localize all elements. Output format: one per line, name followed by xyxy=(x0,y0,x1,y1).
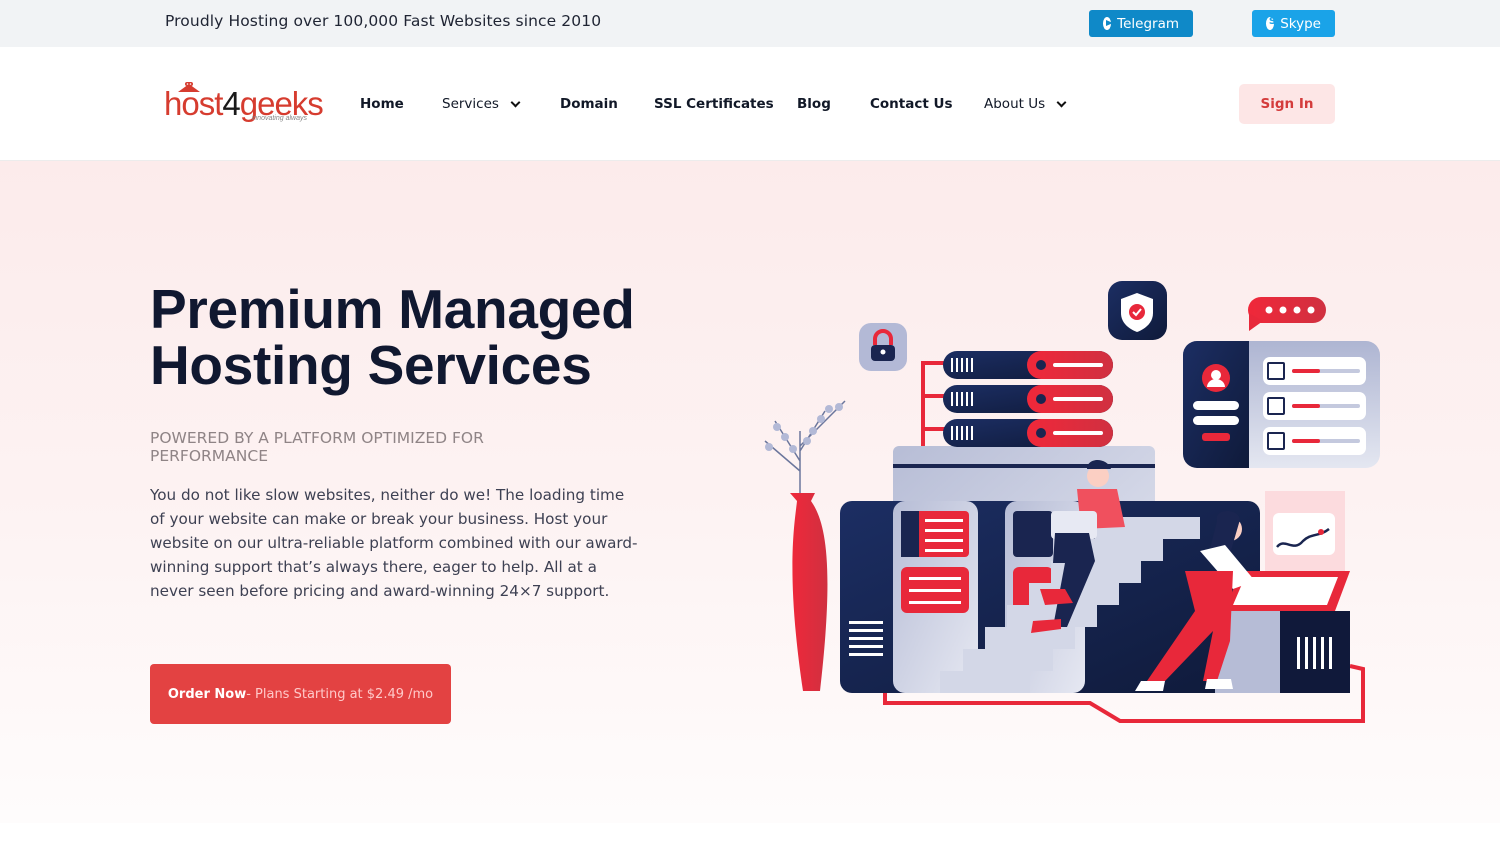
telegram-icon xyxy=(1103,17,1114,30)
top-bar: Proudly Hosting over 100,000 Fast Websit… xyxy=(0,0,1500,47)
nav-about-us[interactable]: About Us xyxy=(984,96,1067,112)
nav-ssl-certificates[interactable]: SSL Certificates xyxy=(654,96,774,112)
order-now-label: Order Now xyxy=(167,686,247,702)
shield-icon xyxy=(1108,281,1167,340)
topbar-tagline: Proudly Hosting over 100,000 Fast Websit… xyxy=(165,12,602,30)
profile-panel xyxy=(1183,341,1380,468)
chat-bubble-icon xyxy=(1248,297,1326,331)
nav-contact-us[interactable]: Contact Us xyxy=(870,96,953,112)
vase-plant xyxy=(764,400,846,691)
order-now-button[interactable]: Order Now - Plans Starting at $2.49 /mo xyxy=(150,664,451,724)
order-pricing-label: - Plans Starting at $2.49 /mo xyxy=(246,686,434,702)
main-header: host4geeks innovating always Home Servic… xyxy=(0,47,1500,161)
telegram-button[interactable]: Telegram xyxy=(1089,10,1193,37)
nav-blog[interactable]: Blog xyxy=(797,96,831,112)
skype-icon xyxy=(1266,16,1279,30)
hero-subtitle: POWERED BY A PLATFORM OPTIMIZED FOR PERF… xyxy=(150,429,484,465)
chevron-down-icon xyxy=(1056,97,1067,107)
nav-services[interactable]: Services xyxy=(442,96,521,112)
logo[interactable]: host4geeks innovating always xyxy=(164,82,324,126)
hero-title: Premium Managed Hosting Services xyxy=(150,278,635,396)
server-hosting-illustration xyxy=(764,281,1380,723)
hero-description: You do not like slow websites, neither d… xyxy=(150,486,638,600)
nav-home[interactable]: Home xyxy=(360,96,404,112)
nav-domain[interactable]: Domain xyxy=(560,96,618,112)
chevron-down-icon xyxy=(510,97,521,107)
logo-tagline: innovating always xyxy=(251,115,307,122)
skype-label: Skype xyxy=(1280,15,1321,32)
telegram-label: Telegram xyxy=(1117,15,1179,32)
server-stack xyxy=(943,351,1113,447)
hero-section: Premium Managed Hosting Services POWERED… xyxy=(0,161,1500,823)
skype-button[interactable]: Skype xyxy=(1252,10,1335,37)
lock-icon xyxy=(859,323,907,371)
sign-in-button[interactable]: Sign In xyxy=(1239,84,1335,124)
